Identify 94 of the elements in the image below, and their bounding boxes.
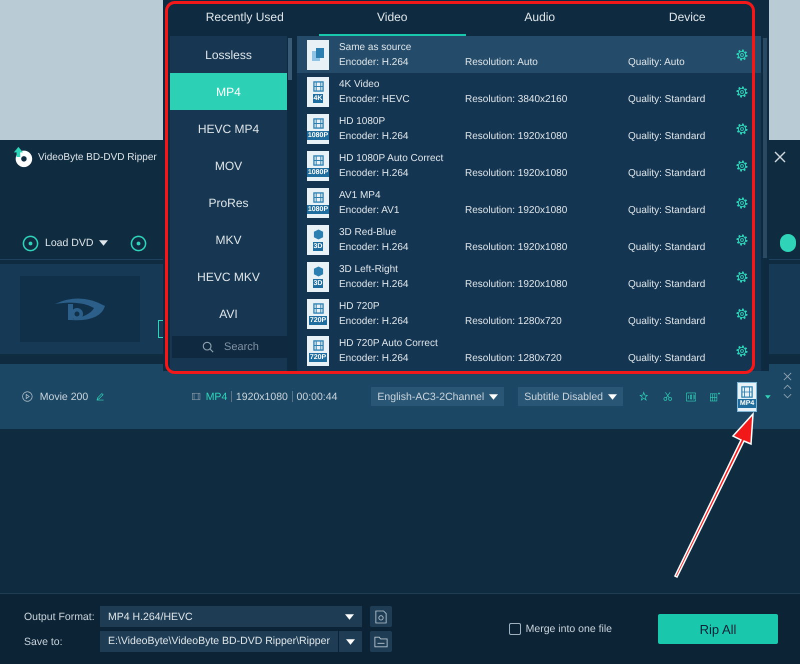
preset-quality: Quality: Auto (628, 56, 685, 68)
subtitle-select[interactable]: Subtitle Disabled (518, 387, 624, 406)
preset-quality: Quality: Standard (628, 242, 706, 252)
caret-icon (608, 394, 618, 400)
settings-icon[interactable] (735, 270, 749, 284)
disc-icon (22, 234, 39, 252)
preset-encoder: Encoder: AV1 (339, 204, 400, 216)
disc-icon[interactable] (130, 234, 148, 252)
format-category[interactable]: ProRes (170, 184, 287, 221)
settings-icon[interactable] (735, 344, 749, 358)
chevron-up-icon[interactable] (783, 384, 792, 390)
preset-quality: Quality: Standard (628, 352, 706, 364)
preset-name: HD 1080P (339, 116, 386, 126)
movie-title: Movie 200 (40, 390, 88, 402)
preset-name: 3D Left-Right (339, 264, 399, 274)
search-field[interactable]: Search (172, 336, 287, 358)
preset-resolution: Resolution: Auto (465, 56, 539, 68)
preset-name: 3D Red-Blue (339, 226, 398, 238)
chevron-down-icon[interactable] (783, 393, 792, 399)
preset-encoder: Encoder: H.264 (339, 56, 410, 68)
close-icon[interactable] (774, 151, 786, 163)
settings-icon[interactable] (735, 84, 749, 98)
settings-button[interactable] (370, 606, 392, 627)
caret-icon (346, 638, 355, 644)
settings-icon[interactable] (735, 196, 749, 210)
film-icon (192, 391, 201, 402)
merge-checkbox[interactable]: Merge into one file (508, 623, 612, 635)
preset-name: HD 720P (339, 300, 381, 312)
format-category[interactable]: HEVC MP4 (170, 110, 287, 147)
search-icon (202, 341, 214, 353)
preset-encoder: Encoder: H.264 (339, 352, 410, 364)
pencil-icon[interactable] (96, 390, 104, 403)
save-to-label: Save to: (24, 636, 64, 648)
movie-format: MP4 (206, 390, 228, 402)
caret-icon[interactable] (765, 394, 772, 400)
settings-icon[interactable] (735, 232, 749, 246)
format-category[interactable]: HEVC MKV (170, 258, 287, 295)
preset-resolution: Resolution: 3840x2160 (465, 94, 568, 104)
preset-name: Same as source (339, 42, 412, 52)
preset-encoder: Encoder: H.264 (339, 316, 410, 326)
format-category[interactable]: Lossless (170, 36, 287, 73)
caret-icon (489, 394, 498, 400)
preset-row[interactable]: Same as source Encoder: H.264 Resolution: Auto Quality: Auto (297, 36, 761, 73)
preset-resolution: Resolution: 1920x1080 (465, 278, 568, 290)
scrollbar-thumb[interactable] (288, 38, 292, 80)
subtitle-icon[interactable] (686, 390, 696, 404)
file-settings-icon (375, 610, 387, 624)
preset-resolution: Resolution: 1920x1080 (465, 130, 568, 142)
preset-quality: Quality: Standard (628, 316, 706, 326)
preset-encoder: Encoder: HEVC (339, 94, 411, 104)
output-format-label: Output Format: (24, 610, 92, 622)
preset-quality: Quality: Standard (628, 204, 706, 216)
preset-resolution: Resolution: 1920x1080 (465, 168, 568, 178)
output-format-select[interactable]: MP4 H.264/HEVC (100, 606, 362, 627)
preset-resolution: Resolution: 1280x720 (465, 316, 563, 326)
scrollbar-thumb[interactable] (763, 38, 767, 258)
movie-resolution: 1920x1080 (236, 390, 288, 402)
format-category[interactable]: MKV (170, 221, 287, 258)
app-logo-icon (12, 146, 34, 168)
format-tab[interactable]: Device (614, 0, 761, 36)
preset-name: HD 720P Auto Correct (339, 338, 439, 348)
action-button[interactable] (780, 234, 796, 252)
format-category[interactable]: MOV (170, 147, 287, 184)
audio-track-select[interactable]: English-AC3-2Channel (371, 387, 504, 406)
preset-quality: Quality: Standard (628, 278, 706, 290)
preset-encoder: Encoder: H.264 (339, 130, 410, 142)
preset-quality: Quality: Standard (628, 130, 706, 142)
preset-icon (307, 40, 329, 70)
preset-encoder: Encoder: H.264 (339, 242, 410, 252)
folder-icon (374, 636, 388, 648)
settings-icon[interactable] (735, 122, 749, 136)
caret-icon (345, 614, 354, 620)
format-category[interactable]: AVI (170, 295, 287, 332)
load-dvd-button[interactable]: Load DVD (22, 234, 108, 252)
format-tab[interactable]: Audio (466, 0, 614, 36)
preset-quality: Quality: Standard (628, 94, 706, 104)
preset-name: AV1 MP4 (339, 190, 382, 200)
rip-all-button[interactable]: Rip All (658, 614, 778, 644)
preset-encoder: Encoder: H.264 (339, 278, 410, 290)
preset-name: 4K Video (339, 78, 380, 90)
preset-name: HD 1080P Auto Correct (339, 152, 444, 164)
preset-resolution: Resolution: 1920x1080 (465, 242, 568, 252)
caret-icon (99, 240, 108, 246)
preset-encoder: Encoder: H.264 (339, 168, 410, 178)
preset-quality: Quality: Standard (628, 168, 706, 178)
settings-icon[interactable] (735, 158, 749, 172)
window-title: VideoByte BD-DVD Ripper (38, 152, 157, 162)
preset-resolution: Resolution: 1280x720 (465, 352, 563, 364)
format-tab[interactable]: Recently Used (171, 0, 318, 36)
preset-resolution: Resolution: 1920x1080 (465, 204, 568, 216)
settings-icon[interactable] (735, 306, 749, 320)
movie-duration: 00:00:44 (296, 390, 338, 402)
folder-button[interactable] (370, 631, 392, 652)
settings-icon[interactable] (735, 48, 749, 62)
